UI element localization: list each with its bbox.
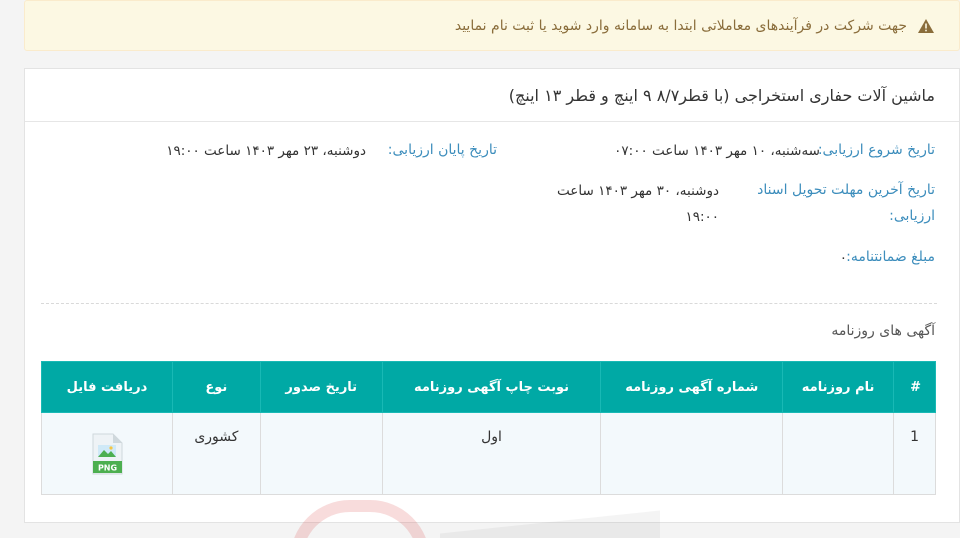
cell-file: PNG (41, 412, 173, 495)
table-row: 1 اول کشوری PNG (41, 412, 936, 495)
cell-newspaper (782, 412, 895, 495)
col-ad-number: شماره آگهی روزنامه (600, 361, 784, 413)
cell-type: کشوری (171, 412, 261, 495)
alert-message: جهت شرکت در فرآیندهای معاملاتی ابتدا به … (454, 17, 907, 34)
tender-title: ماشین آلات حفاری استخراجی (با قطر۸/۷ ۹ ا… (25, 69, 959, 122)
col-print-turn: نوبت چاپ آگهی روزنامه (381, 361, 602, 413)
col-type: نوع (171, 361, 261, 413)
section-divider (41, 303, 937, 304)
deadline-label-cont: ارزیابی: (889, 208, 935, 224)
cell-print-turn: اول (381, 412, 602, 495)
col-newspaper: نام روزنامه (782, 361, 895, 413)
deadline-label: تاریخ آخرین مهلت تحویل اسناد (757, 182, 935, 198)
warning-icon (917, 18, 935, 34)
start-date-value: سه‌شنبه، ۱۰ مهر ۱۴۰۳ ساعت ۰۷:۰۰ (614, 143, 820, 159)
cell-ad-number (600, 412, 784, 495)
end-date-value: دوشنبه، ۲۳ مهر ۱۴۰۳ ساعت ۱۹:۰۰ (166, 143, 366, 159)
deadline-value: دوشنبه، ۳۰ مهر ۱۴۰۳ ساعت (557, 183, 719, 199)
col-issue-date: تاریخ صدور (259, 361, 383, 413)
end-date-label: تاریخ پایان ارزیابی: (387, 142, 497, 158)
cell-number: 1 (893, 412, 936, 495)
png-file-icon[interactable]: PNG (89, 433, 125, 475)
deadline-value-time: ۱۹:۰۰ (685, 209, 719, 225)
col-number: # (893, 361, 936, 413)
table-header-row: # نام روزنامه شماره آگهی روزنامه نوبت چا… (41, 361, 936, 413)
tender-card: ماشین آلات حفاری استخراجی (با قطر۸/۷ ۹ ا… (24, 68, 960, 523)
start-date-label: تاریخ شروع ارزیابی: (817, 142, 935, 158)
login-alert: جهت شرکت در فرآیندهای معاملاتی ابتدا به … (24, 0, 960, 51)
ads-section-title: آگهی های روزنامه (831, 323, 935, 339)
col-file: دریافت فایل (41, 361, 173, 413)
ads-table: # نام روزنامه شماره آگهی روزنامه نوبت چا… (41, 361, 936, 495)
guarantee-label: مبلغ ضمانتنامه: (846, 249, 935, 265)
guarantee-value: ۰ (839, 250, 847, 266)
cell-issue-date (259, 412, 383, 495)
png-badge-label: PNG (98, 464, 117, 473)
